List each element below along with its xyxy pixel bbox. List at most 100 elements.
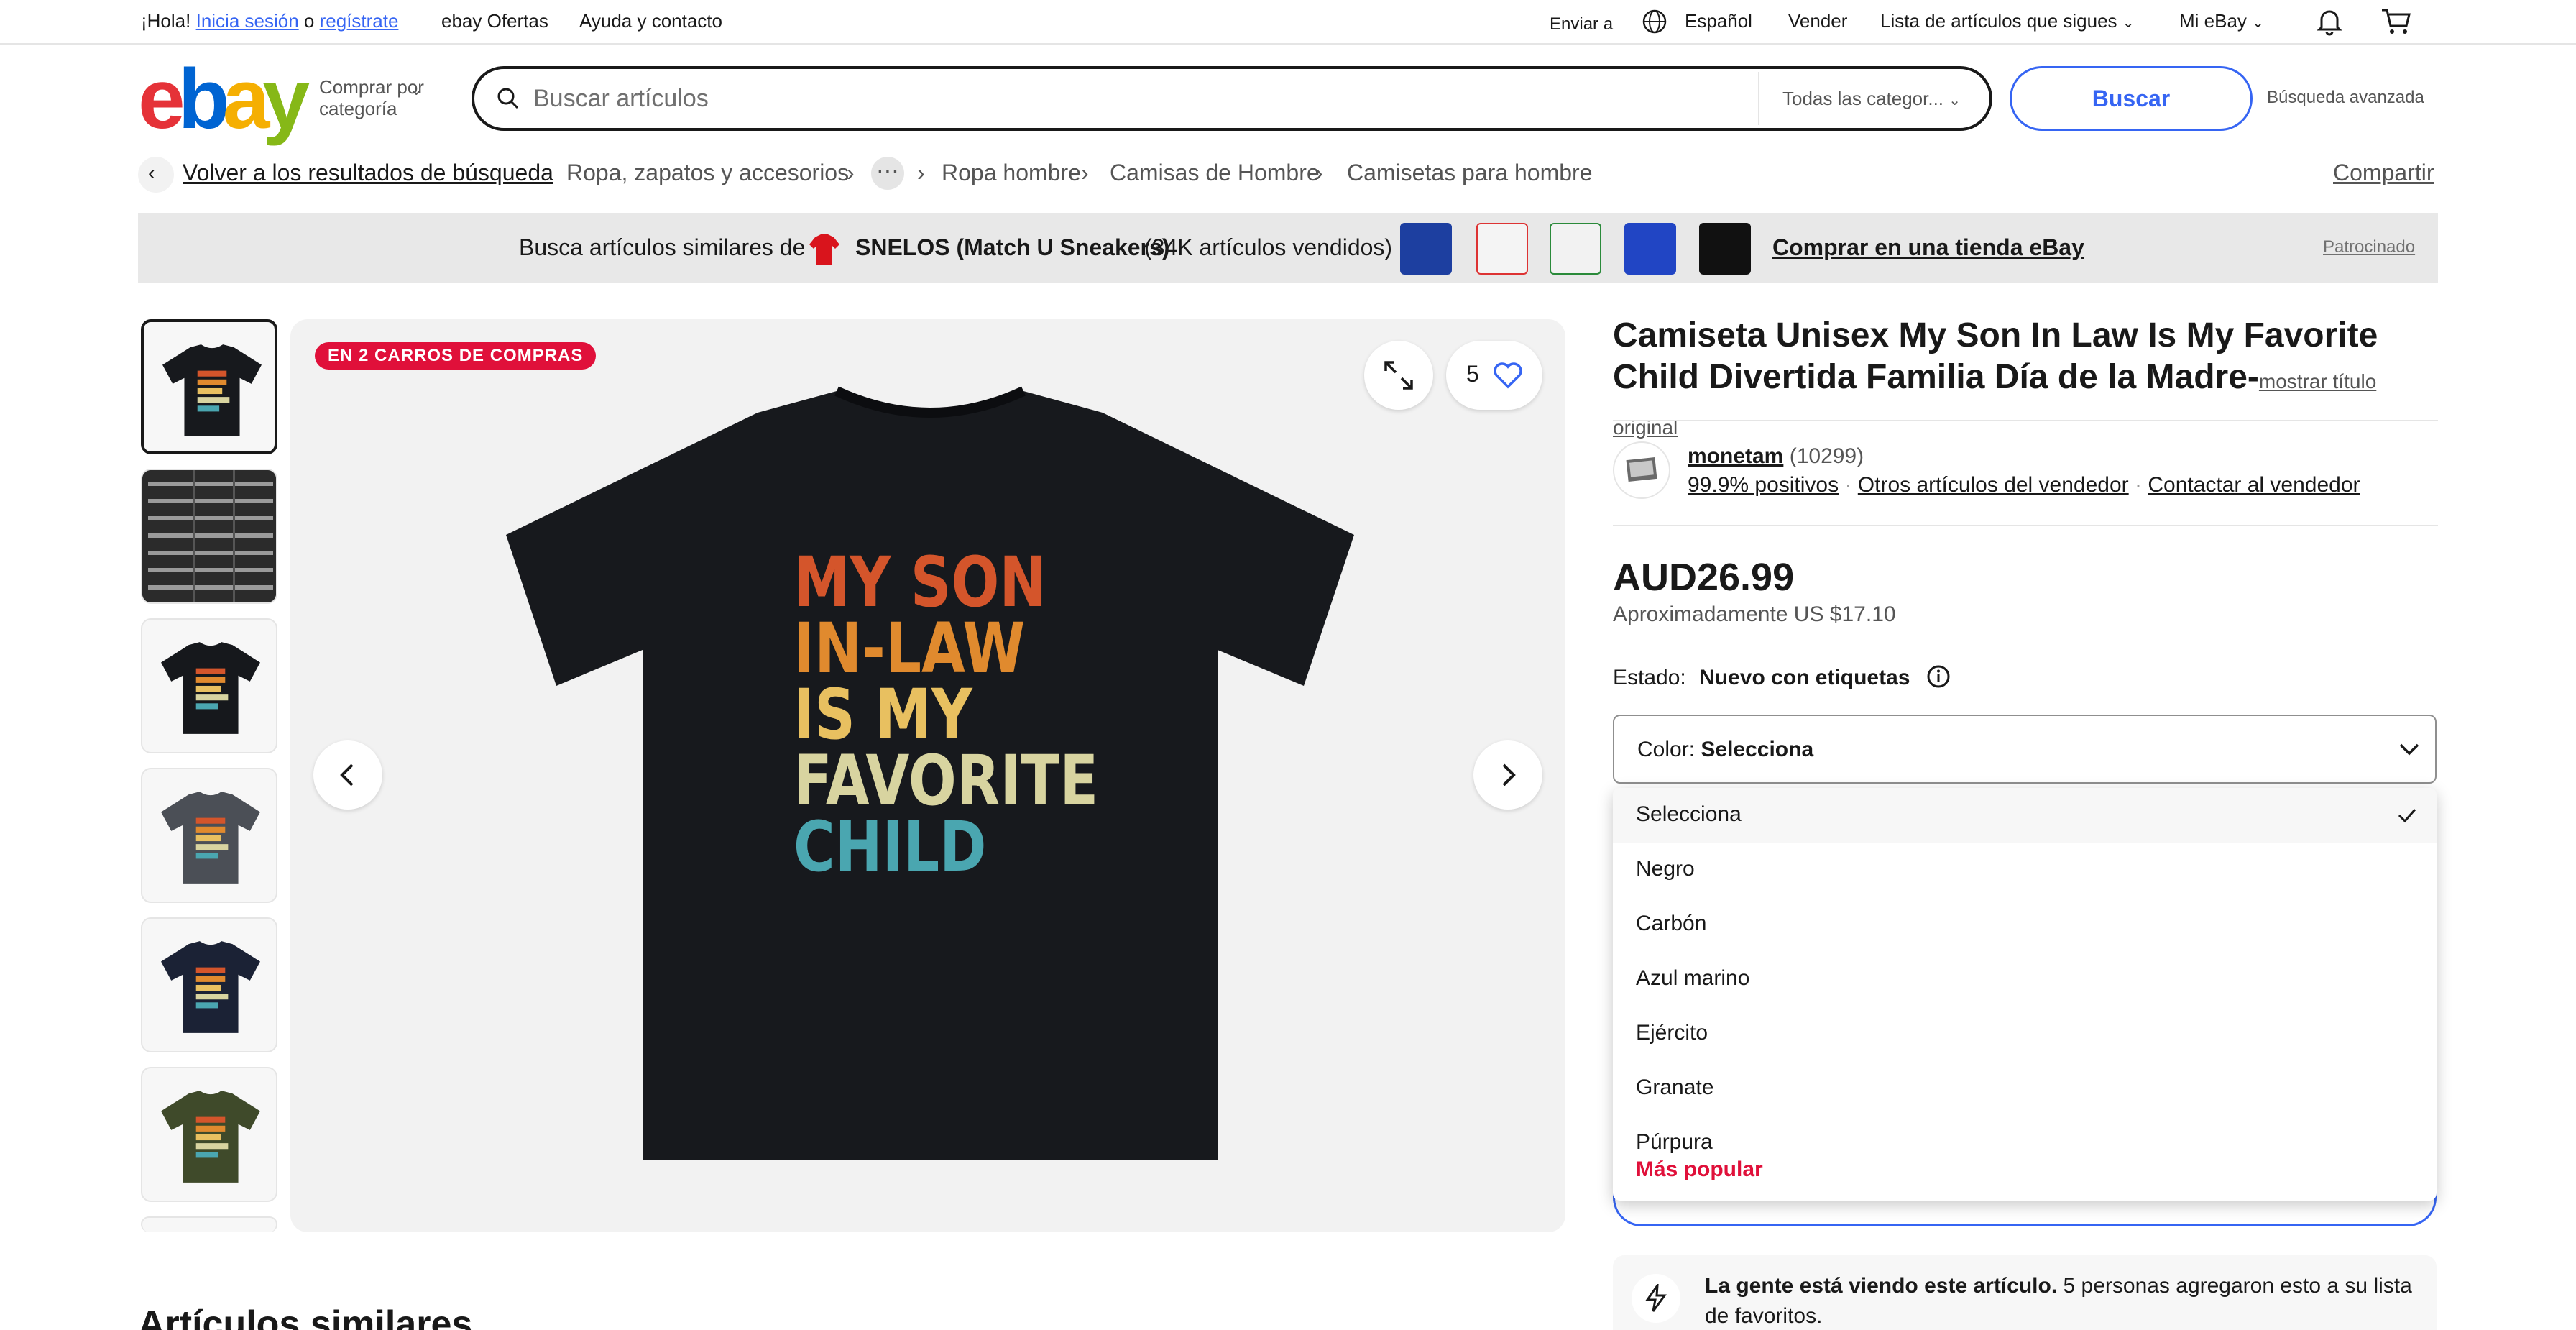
share-link[interactable]: Compartir: [2333, 160, 2434, 186]
previous-image-button[interactable]: [313, 740, 382, 810]
thumbnail-image: [161, 642, 260, 734]
shirt-line: IN-LAW: [794, 608, 1026, 689]
chevron-right-icon: ›: [1081, 160, 1089, 185]
color-option[interactable]: Granate: [1613, 1061, 2437, 1116]
next-image-button[interactable]: [1473, 740, 1542, 810]
my-ebay-label: Mi eBay: [2179, 10, 2247, 32]
sell-link[interactable]: Vender: [1788, 10, 1847, 32]
globe-icon[interactable]: [1642, 9, 1668, 35]
color-value: Selecciona: [1701, 738, 1814, 761]
shop-ebay-store-link[interactable]: Comprar en una tienda eBay: [1772, 234, 2084, 261]
thumbnail[interactable]: [141, 469, 277, 604]
lightning-icon: [1632, 1274, 1680, 1323]
main-product-image[interactable]: EN 2 CARROS DE COMPRAS MY SON IN-LAW IS …: [290, 319, 1565, 1232]
positive-feedback-link[interactable]: 99.9% positivos: [1688, 473, 1839, 497]
language-link[interactable]: Español: [1685, 10, 1752, 32]
thumbnail[interactable]: [141, 1067, 277, 1202]
breadcrumb-item[interactable]: Ropa, zapatos y accesorios: [566, 160, 849, 186]
help-link[interactable]: Ayuda y contacto: [579, 10, 722, 32]
checkmark-icon: [2398, 809, 2416, 823]
expand-icon: [1384, 361, 1413, 390]
size-chart-thumbnail: [142, 470, 276, 602]
expand-button[interactable]: [1364, 341, 1433, 410]
color-option-label: Selecciona: [1636, 802, 1742, 826]
social-proof-bold: La gente está viendo este artículo.: [1705, 1274, 2058, 1298]
shirt-line: IS MY: [794, 674, 972, 755]
chevron-left-icon: [340, 763, 354, 786]
shirt-line: MY SON: [794, 542, 1047, 623]
back-button[interactable]: ‹: [138, 157, 174, 193]
color-option[interactable]: Púrpura Más popular: [1613, 1116, 2437, 1201]
thumbnail[interactable]: [141, 768, 277, 903]
register-link[interactable]: regístrate: [320, 10, 399, 32]
social-proof-box: La gente está viendo este artículo. 5 pe…: [1613, 1255, 2437, 1330]
chevron-down-icon: ⌄: [410, 81, 423, 98]
color-option[interactable]: Azul marino: [1613, 952, 2437, 1006]
seller-links-row: 99.9% positivos · Otros artículos del ve…: [1688, 473, 2360, 497]
shirt-print-text: MY SON IN-LAW IS MY FAVORITE CHILD: [794, 542, 1098, 881]
category-select[interactable]: Todas las categor... ⌄: [1782, 88, 1961, 110]
ebay-logo[interactable]: ebay: [138, 57, 310, 142]
similar-items-heading: Artículos similares: [138, 1303, 473, 1330]
color-option[interactable]: Negro: [1613, 843, 2437, 897]
seller-other-items-link[interactable]: Otros artículos del vendedor: [1858, 473, 2129, 497]
thumbnail-image: [162, 344, 262, 436]
sponsored-product-thumb[interactable]: [1624, 223, 1676, 275]
most-popular-tag: Más popular: [1636, 1157, 1763, 1181]
store-logo-icon: [809, 234, 840, 265]
watchlist-label: Lista de artículos que sigues: [1880, 10, 2117, 32]
color-option[interactable]: Selecciona: [1613, 788, 2437, 843]
seller-name-link[interactable]: monetam: [1688, 444, 1783, 468]
thumbnail[interactable]: [141, 319, 277, 454]
info-icon[interactable]: [1926, 664, 1951, 689]
contact-seller-link[interactable]: Contactar al vendedor: [2148, 473, 2360, 497]
thumbnail[interactable]: [141, 917, 277, 1052]
signin-link[interactable]: Inicia sesión: [196, 10, 299, 32]
seller-feedback-score: (10299): [1789, 444, 1864, 468]
category-select-value: Todas las categor...: [1782, 88, 1944, 109]
color-option[interactable]: Carbón: [1613, 897, 2437, 952]
color-select[interactable]: Color: Selecciona: [1613, 715, 2437, 784]
bell-icon[interactable]: [2316, 7, 2343, 36]
logo-letter-e: e: [138, 52, 185, 147]
search-button[interactable]: Buscar: [2010, 66, 2253, 131]
color-option[interactable]: Ejército: [1613, 1006, 2437, 1061]
sponsored-product-thumb[interactable]: [1476, 223, 1528, 275]
deals-link[interactable]: ebay Ofertas: [441, 10, 548, 32]
chevron-right-icon: ›: [1315, 160, 1323, 185]
chevron-down-icon: ⌄: [2122, 15, 2135, 31]
product-title: Camiseta Unisex My Son In Law Is My Favo…: [1613, 315, 2439, 449]
social-proof-text: La gente está viendo este artículo. 5 pe…: [1705, 1271, 2416, 1330]
color-option-label: Ejército: [1636, 1021, 1708, 1045]
thumbnail[interactable]: [141, 618, 277, 753]
search-input[interactable]: Buscar artículos: [533, 85, 709, 113]
logo-letter-a: a: [222, 52, 270, 147]
ship-to-link[interactable]: Enviar a: [1550, 14, 1613, 35]
my-ebay-menu[interactable]: Mi eBay ⌄: [2179, 10, 2264, 32]
condition-value: Nuevo con etiquetas: [1699, 666, 1910, 689]
more-icon[interactable]: ⋯: [871, 157, 904, 190]
watch-button[interactable]: 5: [1446, 341, 1542, 410]
sponsored-tag[interactable]: Patrocinado: [2323, 237, 2415, 257]
chevron-right-icon: [1502, 763, 1516, 786]
advanced-search-link[interactable]: Búsqueda avanzada: [2267, 88, 2424, 108]
watchlist-menu[interactable]: Lista de artículos que sigues ⌄: [1880, 10, 2135, 32]
sponsored-store-banner[interactable]: Busca artículos similares de SNELOS (Mat…: [138, 213, 2438, 283]
heart-icon: [1494, 362, 1522, 389]
seller-avatar[interactable]: [1613, 441, 1670, 499]
cart-icon[interactable]: [2380, 7, 2412, 36]
breadcrumb-item[interactable]: Camisetas para hombre: [1347, 160, 1592, 186]
color-select-label: Color: Selecciona: [1637, 738, 1813, 762]
sponsored-product-thumb[interactable]: [1550, 223, 1601, 275]
chevron-right-icon: ›: [847, 160, 855, 185]
seller-logo-icon: [1626, 457, 1657, 482]
color-option-label: Púrpura: [1636, 1130, 1713, 1154]
or-text: o: [303, 10, 315, 32]
sponsored-product-thumb[interactable]: [1400, 223, 1452, 275]
breadcrumb-item[interactable]: Camisas de Hombre: [1110, 160, 1320, 186]
condition-row: Estado: Nuevo con etiquetas: [1613, 660, 1951, 690]
breadcrumb-item[interactable]: Ropa hombre: [942, 160, 1081, 186]
sponsored-product-thumb[interactable]: [1699, 223, 1751, 275]
back-to-results-link[interactable]: Volver a los resultados de búsqueda: [183, 160, 553, 186]
thumbnail[interactable]: [141, 1216, 277, 1232]
